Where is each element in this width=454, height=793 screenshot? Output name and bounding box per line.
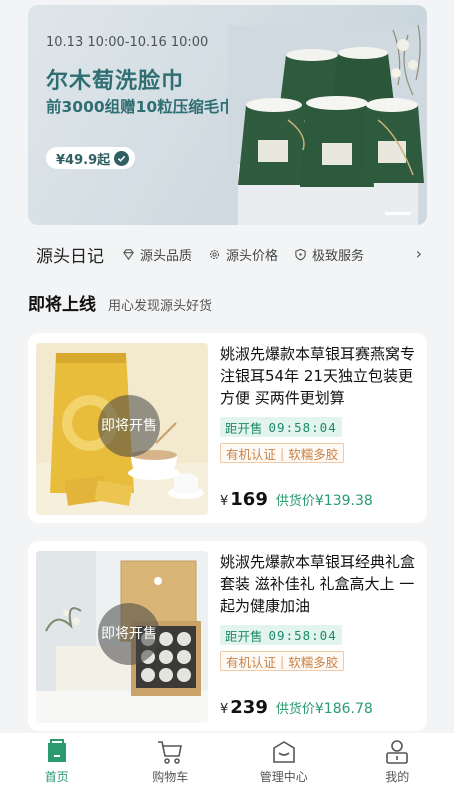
manage-icon <box>272 741 295 763</box>
bottom-tab-bar: 首页 购物车 管理中心 我的 <box>0 733 454 793</box>
tag-organic: 有机认证 <box>226 446 277 462</box>
tab-cart[interactable]: 购物车 <box>114 733 228 793</box>
tag-separator: | <box>280 445 285 461</box>
product-title[interactable]: 姚淑先爆款本草银耳赛燕窝专注银耳54年 21天独立包装更方便 买两件更划算 <box>220 343 420 409</box>
shield-icon <box>295 248 306 260</box>
carousel-indicator <box>385 212 411 215</box>
retail-price: 169 <box>230 489 268 510</box>
tag-source-quality: 源头品质 <box>122 245 192 264</box>
supply-price-value: ¥139.38 <box>314 493 373 509</box>
supply-price: 供货价¥186.78 <box>276 698 373 717</box>
tag-service: 极致服务 <box>294 245 364 264</box>
tab-management[interactable]: 管理中心 <box>227 733 341 793</box>
banner-title: 尔木萄洗脸巾 <box>46 69 185 94</box>
supply-price: 供货价¥139.38 <box>276 490 373 509</box>
tab-label: 我的 <box>385 770 410 784</box>
product-card[interactable]: 即将开售 姚淑先爆款本草银耳经典礼盒套装 滋补佳礼 礼盒高大上 一起为健康加油 … <box>28 541 427 731</box>
home-icon <box>47 739 66 762</box>
tag-texture: 软糯多胶 <box>288 446 339 462</box>
countdown-time: 09:58:04 <box>268 419 337 435</box>
price-row: ¥ 239 供货价¥186.78 <box>220 697 373 718</box>
tag-texture: 软糯多胶 <box>288 654 339 670</box>
supply-price-value: ¥186.78 <box>314 701 373 717</box>
sale-countdown: 距开售 09:58:04 <box>220 625 342 645</box>
tab-label: 首页 <box>44 770 69 784</box>
tag-label: 源头品质 <box>140 248 193 264</box>
product-title[interactable]: 姚淑先爆款本草银耳经典礼盒套装 滋补佳礼 礼盒高大上 一起为健康加油 <box>220 551 420 617</box>
tab-label: 管理中心 <box>259 770 308 784</box>
user-icon <box>386 740 409 764</box>
section-title: 即将上线 <box>28 295 96 315</box>
tag-separator: | <box>280 653 285 669</box>
promo-banner[interactable]: 10.13 10:00-10.16 10:00 尔木萄洗脸巾 前3000组赠10… <box>28 5 427 225</box>
product-tags: 有机认证 | 软糯多胶 <box>220 443 345 463</box>
price-row: ¥ 169 供货价¥139.38 <box>220 489 373 510</box>
chevron-right-icon[interactable]: › <box>416 244 422 263</box>
gear-icon <box>209 249 220 259</box>
product-bags-image <box>228 25 427 225</box>
check-icon <box>114 150 130 166</box>
source-diary-logo: 源头日记 <box>36 246 104 267</box>
source-tag-bar[interactable]: 源头日记 源头品质 源头价格 极致服务 › <box>0 230 454 278</box>
tab-profile[interactable]: 我的 <box>341 733 454 793</box>
tag-label: 极致服务 <box>312 248 365 264</box>
coming-soon-badge: 即将开售 <box>98 395 160 457</box>
countdown-time: 09:58:04 <box>268 627 337 643</box>
product-image: 即将开售 <box>36 343 208 515</box>
retail-price: 239 <box>230 697 268 718</box>
tag-source-price: 源头价格 <box>208 245 278 264</box>
product-card[interactable]: 即将开售 姚淑先爆款本草银耳赛燕窝专注银耳54年 21天独立包装更方便 买两件更… <box>28 333 427 523</box>
supply-price-label: 供货价 <box>275 494 315 509</box>
coming-soon-badge: 即将开售 <box>98 603 160 665</box>
countdown-label: 距开售 <box>225 420 263 436</box>
tag-label: 源头价格 <box>226 248 279 264</box>
sale-countdown: 距开售 09:58:04 <box>220 417 342 437</box>
countdown-label: 距开售 <box>225 628 263 644</box>
currency-symbol: ¥ <box>220 494 229 509</box>
product-tags: 有机认证 | 软糯多胶 <box>220 651 345 671</box>
banner-subtitle: 前3000组赠10粒压缩毛巾 <box>46 98 235 116</box>
banner-date-range: 10.13 10:00-10.16 10:00 <box>46 35 209 50</box>
tab-home[interactable]: 首页 <box>0 733 114 793</box>
tab-label: 购物车 <box>152 770 189 784</box>
diamond-icon <box>123 248 134 260</box>
section-subtitle: 用心发现源头好货 <box>108 299 213 314</box>
upcoming-section-header: 即将上线 用心发现源头好货 <box>28 290 212 315</box>
cart-icon <box>158 741 183 764</box>
supply-price-label: 供货价 <box>275 702 315 717</box>
tag-organic: 有机认证 <box>226 654 277 670</box>
product-image: 即将开售 <box>36 551 208 723</box>
banner-price-pill[interactable]: ¥49.9起 <box>46 147 136 169</box>
banner-price: ¥49.9起 <box>56 152 111 168</box>
currency-symbol: ¥ <box>220 702 229 717</box>
